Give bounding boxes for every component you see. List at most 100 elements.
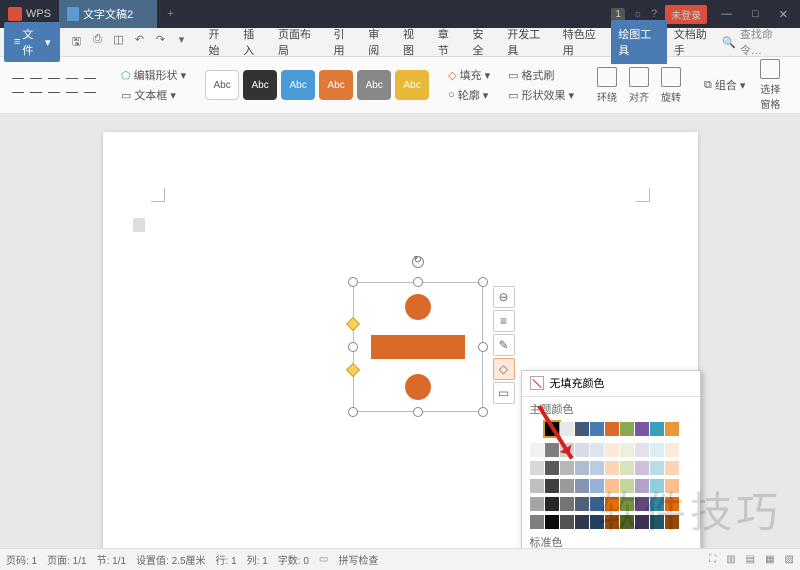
status-line[interactable]: 行: 1 <box>216 552 237 567</box>
selected-shape-divide[interactable] <box>353 282 483 412</box>
view-read-icon[interactable]: ▥ <box>726 554 735 565</box>
color-swatch[interactable] <box>650 443 664 457</box>
resize-handle[interactable] <box>413 277 423 287</box>
color-swatch[interactable] <box>530 497 544 511</box>
color-swatch[interactable] <box>545 515 559 529</box>
resize-handle[interactable] <box>478 407 488 417</box>
shape-effect-button[interactable]: ▭形状效果▾ <box>505 86 577 104</box>
float-tool-3[interactable]: ◇ <box>493 358 515 380</box>
color-swatch[interactable] <box>590 422 604 436</box>
document-tab[interactable]: 文字文稿2 <box>59 0 157 28</box>
color-swatch[interactable] <box>650 479 664 493</box>
color-swatch[interactable] <box>620 422 634 436</box>
resize-handle[interactable] <box>348 342 358 352</box>
edit-shape-button[interactable]: ⬠编辑形状▾ <box>118 66 189 84</box>
view-outline-icon[interactable]: ▧ <box>785 554 794 565</box>
color-swatch[interactable] <box>650 422 664 436</box>
menu-tab-8[interactable]: 开发工具 <box>500 20 556 64</box>
menu-tab-2[interactable]: 页面布局 <box>271 20 327 64</box>
status-page-num[interactable]: 页码: 1 <box>6 552 37 567</box>
color-swatch[interactable] <box>590 497 604 511</box>
view-print-icon[interactable]: ▤ <box>746 554 755 565</box>
color-swatch[interactable] <box>665 461 679 475</box>
text-box-button[interactable]: ▭文本框▾ <box>118 86 189 104</box>
color-swatch[interactable] <box>665 422 679 436</box>
status-page-count[interactable]: 页面: 1/1 <box>47 552 86 567</box>
color-swatch[interactable] <box>605 422 619 436</box>
view-web-icon[interactable]: ▦ <box>765 554 774 565</box>
resize-handle[interactable] <box>348 407 358 417</box>
color-swatch[interactable] <box>590 461 604 475</box>
status-spellcheck[interactable]: 拼写检查 <box>338 552 378 567</box>
color-swatch[interactable] <box>665 515 679 529</box>
color-swatch[interactable] <box>545 461 559 475</box>
feedback-icon[interactable]: ? <box>651 8 657 20</box>
color-swatch[interactable] <box>665 497 679 511</box>
qat-preview-icon[interactable]: ◫ <box>110 33 126 52</box>
outline-button[interactable]: ○轮廓▾ <box>445 86 493 104</box>
resize-handle[interactable] <box>348 277 358 287</box>
menu-tab-9[interactable]: 特色应用 <box>556 20 612 64</box>
qat-undo-icon[interactable]: ↶ <box>131 33 147 52</box>
view-fullscreen-icon[interactable]: ⛶ <box>709 554 716 565</box>
color-swatch[interactable] <box>575 479 589 493</box>
color-swatch[interactable] <box>575 422 589 436</box>
color-swatch[interactable] <box>530 479 544 493</box>
color-swatch[interactable] <box>620 461 634 475</box>
wrap-button[interactable]: 环绕 <box>593 65 621 106</box>
menu-tab-3[interactable]: 引用 <box>326 20 361 64</box>
float-tool-0[interactable]: ⊖ <box>493 286 515 308</box>
notification-badge[interactable]: 1 <box>611 8 625 21</box>
color-swatch[interactable] <box>650 461 664 475</box>
color-swatch[interactable] <box>635 497 649 511</box>
color-swatch[interactable] <box>620 479 634 493</box>
new-tab-button[interactable]: + <box>157 8 183 20</box>
color-swatch[interactable] <box>590 479 604 493</box>
color-swatch[interactable] <box>620 443 634 457</box>
align-button[interactable]: 对齐 <box>625 65 653 106</box>
float-tool-2[interactable]: ✎ <box>493 334 515 356</box>
color-swatch[interactable] <box>530 515 544 529</box>
color-swatch[interactable] <box>530 443 544 457</box>
color-swatch[interactable] <box>560 479 574 493</box>
menu-tab-0[interactable]: 开始 <box>201 20 236 64</box>
color-swatch[interactable] <box>650 515 664 529</box>
qat-dropdown-icon[interactable]: ▾ <box>173 33 189 52</box>
color-swatch[interactable] <box>590 443 604 457</box>
color-swatch[interactable] <box>605 515 619 529</box>
lines-gallery[interactable] <box>6 70 102 100</box>
qat-print-icon[interactable]: ⎙ <box>89 33 105 52</box>
color-swatch[interactable] <box>560 515 574 529</box>
color-swatch[interactable] <box>545 479 559 493</box>
menu-tab-5[interactable]: 视图 <box>396 20 431 64</box>
color-swatch[interactable] <box>575 461 589 475</box>
qat-save-icon[interactable]: 🖫 <box>68 33 84 52</box>
menu-tab-1[interactable]: 插入 <box>236 20 271 64</box>
document-canvas[interactable]: ⊖≡✎◇▭ 无填充颜色 主题颜色 标准色 其他填充颜 ✎取色器(E) 渐变(G) <box>0 114 800 548</box>
color-swatch[interactable] <box>620 515 634 529</box>
status-section[interactable]: 节: 1/1 <box>97 552 126 567</box>
status-col[interactable]: 列: 1 <box>247 552 268 567</box>
qat-redo-icon[interactable]: ↷ <box>152 33 168 52</box>
color-swatch[interactable] <box>575 515 589 529</box>
color-swatch[interactable] <box>635 422 649 436</box>
color-swatch[interactable] <box>650 497 664 511</box>
color-swatch[interactable] <box>665 479 679 493</box>
color-swatch[interactable] <box>530 461 544 475</box>
skin-icon[interactable]: ☼ <box>633 8 643 20</box>
float-tool-4[interactable]: ▭ <box>493 382 515 404</box>
shape-styles-gallery[interactable]: AbcAbcAbcAbcAbcAbc <box>205 70 429 100</box>
color-swatch[interactable] <box>635 443 649 457</box>
color-swatch[interactable] <box>605 479 619 493</box>
color-swatch[interactable] <box>635 461 649 475</box>
color-swatch[interactable] <box>545 497 559 511</box>
color-swatch[interactable] <box>665 443 679 457</box>
resize-handle[interactable] <box>478 277 488 287</box>
status-position[interactable]: 设置值: 2.5厘米 <box>136 552 205 567</box>
resize-handle[interactable] <box>413 407 423 417</box>
command-search[interactable]: 🔍查找命令… <box>722 26 792 58</box>
group-button[interactable]: ⧉组合▾ <box>701 76 748 94</box>
rotate-handle[interactable] <box>412 256 424 268</box>
status-words[interactable]: 字数: 0 <box>278 552 309 567</box>
menu-tab-10[interactable]: 绘图工具 <box>611 20 667 64</box>
